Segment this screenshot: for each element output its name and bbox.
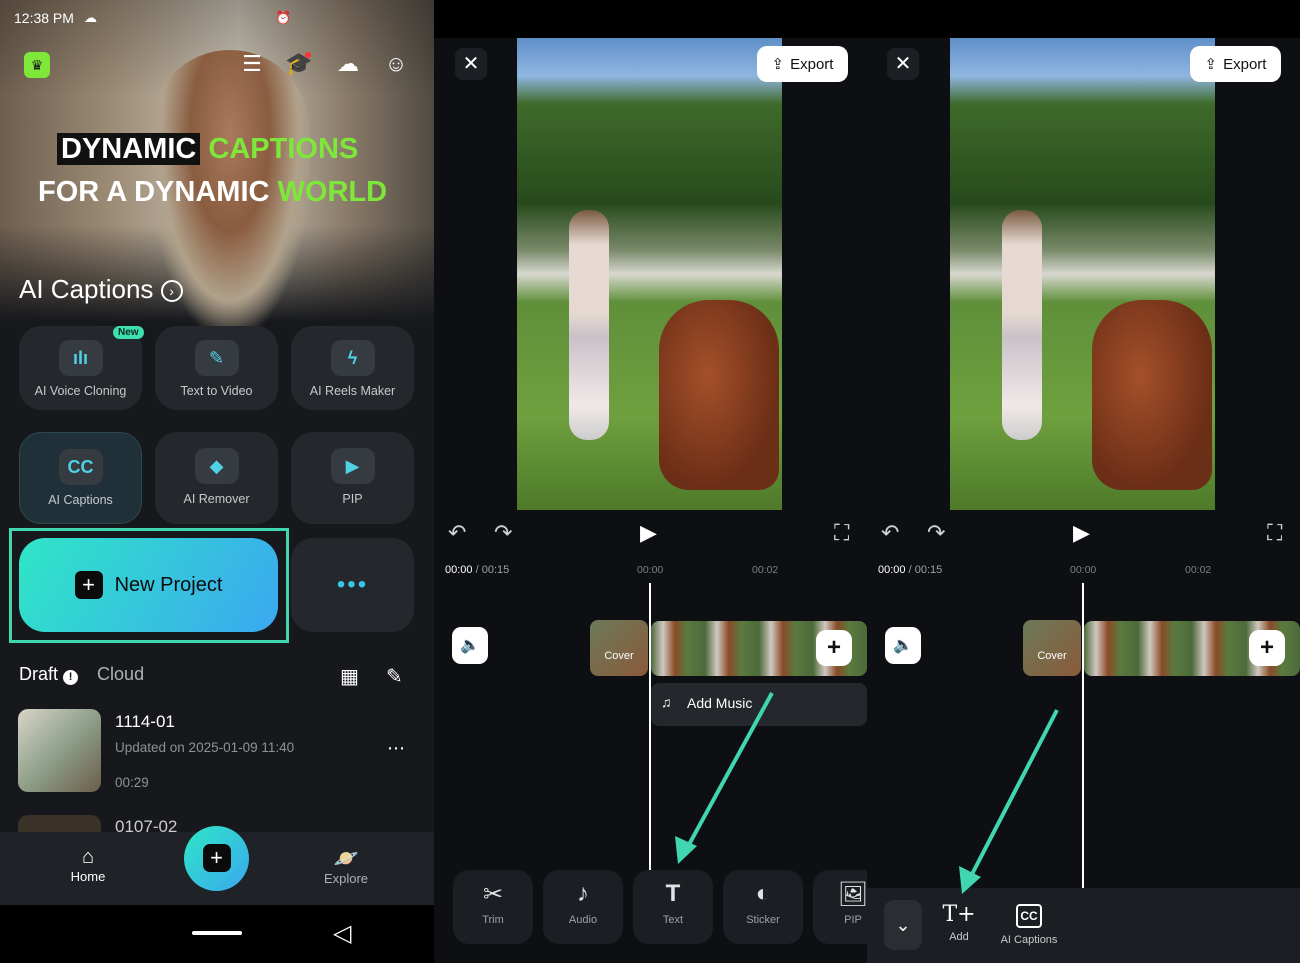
nav-explore[interactable]: 🪐 Explore <box>311 846 381 886</box>
tool-ai-remover[interactable]: ◆ AI Remover <box>155 432 278 524</box>
caption-word-boxed: DYNAMIC <box>57 133 201 165</box>
home-icon: ⌂ <box>81 846 95 868</box>
tool-text-to-video[interactable]: ✎ Text to Video <box>155 326 278 410</box>
alarm-icon: ⏰ <box>275 10 292 25</box>
editor-screen-main: ✕ ⇪ Export ↶ ↷ ▶ ⛶ 00:00 / 00:15 00:00 00… <box>434 0 867 963</box>
arrow-line <box>684 692 774 851</box>
pip-icon: ▶ <box>330 448 375 484</box>
nav-home[interactable]: ⌂ Home <box>58 846 118 884</box>
tool-label: AI Voice Cloning <box>34 384 127 398</box>
draft-tabs: Draft ! Cloud <box>19 664 144 685</box>
tool-ai-captions[interactable]: CC AI Captions <box>19 432 142 524</box>
nav-home-label: Home <box>70 869 106 884</box>
edit-select-icon[interactable]: ✎ <box>386 664 403 689</box>
new-badge: New <box>113 326 144 339</box>
banner-caption-line1: DYNAMIC CAPTIONS <box>57 133 358 166</box>
arrow-head <box>959 866 981 894</box>
home-screen: 12:38 PM ☁ ⏰ ♛ ☰ 🎓 ☁ ☺ DYNAMIC CAPTIONS … <box>0 0 434 963</box>
chevron-right-circle-icon: › <box>160 280 183 302</box>
tool-label: AI Captions <box>48 493 113 507</box>
plus-icon: + <box>74 571 103 599</box>
planet-icon: 🪐 <box>333 848 359 870</box>
new-project-button[interactable]: + New Project <box>19 538 278 632</box>
more-tools-button[interactable]: ••• <box>291 538 414 632</box>
arrow-line <box>967 709 1059 881</box>
annotation-arrow <box>959 709 1059 894</box>
cc-icon: CC <box>58 449 103 485</box>
notification-dot <box>305 52 311 58</box>
tab-draft[interactable]: Draft <box>19 664 58 684</box>
caption-words-white: FOR A DYNAMIC <box>38 176 270 208</box>
draft-duration: 00:29 <box>115 775 149 790</box>
lightning-icon: ϟ <box>330 340 375 376</box>
home-gesture-handle[interactable] <box>192 931 242 935</box>
plus-icon: + <box>202 844 231 872</box>
back-icon[interactable]: ◁ <box>333 919 351 948</box>
task-list-icon[interactable]: ☰ <box>238 50 266 78</box>
tool-pip[interactable]: ▶ PIP <box>291 432 414 524</box>
editor-screen-text-menu: ✕ ⇪ Export ↶ ↷ ▶ ⛶ 00:00 / 00:15 00:00 00… <box>867 0 1300 963</box>
info-icon[interactable]: ! <box>63 670 79 685</box>
ai-captions-link[interactable]: AI Captions › <box>19 274 183 305</box>
create-fab-button[interactable]: + <box>184 826 249 891</box>
tab-cloud[interactable]: Cloud <box>97 664 144 684</box>
caption-word-green: CAPTIONS <box>208 133 359 165</box>
banner-caption-line2: FOR A DYNAMIC WORLD <box>38 176 387 209</box>
voice-wave-icon: ılı <box>58 340 103 376</box>
draft-more-icon[interactable]: ⋯ <box>387 738 405 759</box>
draft-thumbnail[interactable] <box>18 709 101 792</box>
status-time: 12:38 PM <box>14 10 74 26</box>
crown-premium-icon[interactable]: ♛ <box>24 52 50 78</box>
draft-title[interactable]: 1114-01 <box>115 712 175 732</box>
tool-label: PIP <box>342 492 363 506</box>
tool-ai-reels-maker[interactable]: ϟ AI Reels Maker <box>291 326 414 410</box>
tool-label: AI Reels Maker <box>309 384 396 398</box>
ai-captions-link-label: AI Captions <box>19 274 154 304</box>
annotation-arrow <box>675 692 774 864</box>
system-navigation-bar: ◁ <box>0 905 434 963</box>
profile-icon[interactable]: ☺ <box>382 50 410 78</box>
eraser-icon: ◆ <box>194 448 239 484</box>
tool-label: AI Remover <box>183 492 250 506</box>
caption-word-green: WORLD <box>277 176 388 208</box>
draft-updated: Updated on 2025-01-09 11:40 <box>115 740 295 755</box>
nav-explore-label: Explore <box>323 871 369 886</box>
cloud-status-icon: ☁ <box>84 10 97 25</box>
new-project-label: New Project <box>114 573 223 596</box>
cloud-icon[interactable]: ☁ <box>334 50 362 78</box>
grid-view-icon[interactable]: ▦ <box>340 664 359 689</box>
tool-label: Text to Video <box>180 384 253 398</box>
pencil-video-icon: ✎ <box>194 340 239 376</box>
arrow-head <box>675 836 697 864</box>
